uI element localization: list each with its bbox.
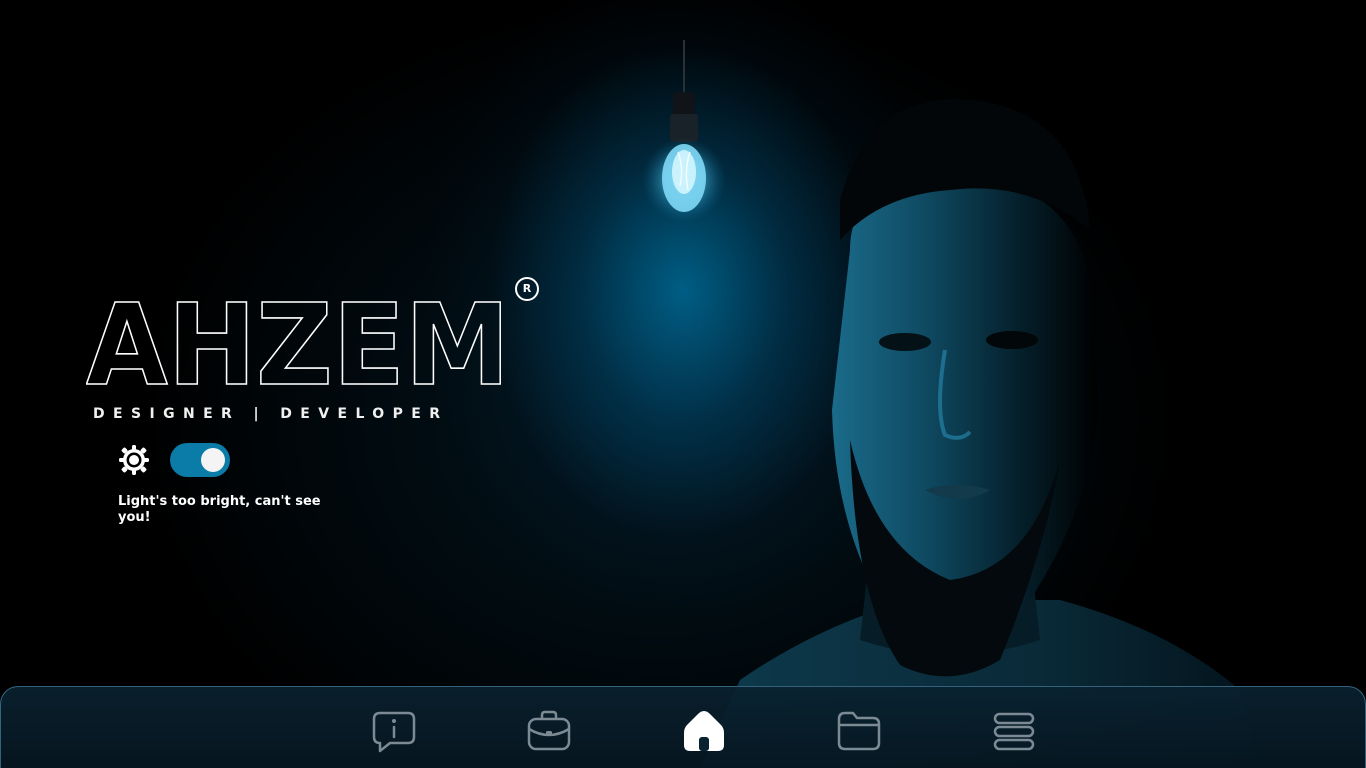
briefcase-icon xyxy=(527,710,571,751)
bottom-dock xyxy=(0,686,1366,768)
dock-item-projects[interactable] xyxy=(835,707,883,755)
home-icon xyxy=(684,711,724,751)
folder-icon xyxy=(837,711,881,751)
dock-item-stack[interactable] xyxy=(990,707,1038,755)
theme-hint-text: Light's too bright, can't see you! xyxy=(118,494,321,525)
hero-section: AHZEM R DESIGNER | DEVELOPER Light's too… xyxy=(0,0,1366,768)
dock-item-home[interactable] xyxy=(680,707,728,755)
registered-mark: R xyxy=(515,277,539,301)
portrait-image xyxy=(700,99,1260,768)
toggle-knob xyxy=(201,448,225,472)
brand-name: AHZEM xyxy=(86,281,510,400)
brand-logo: AHZEM xyxy=(86,280,556,400)
theme-toggle[interactable] xyxy=(170,443,230,477)
dock-item-about[interactable] xyxy=(370,707,418,755)
info-bubble-icon xyxy=(372,711,416,753)
layers-icon xyxy=(993,712,1035,751)
dock-item-work[interactable] xyxy=(525,707,573,755)
tagline: DESIGNER | DEVELOPER xyxy=(93,406,449,422)
sun-icon xyxy=(119,445,149,475)
